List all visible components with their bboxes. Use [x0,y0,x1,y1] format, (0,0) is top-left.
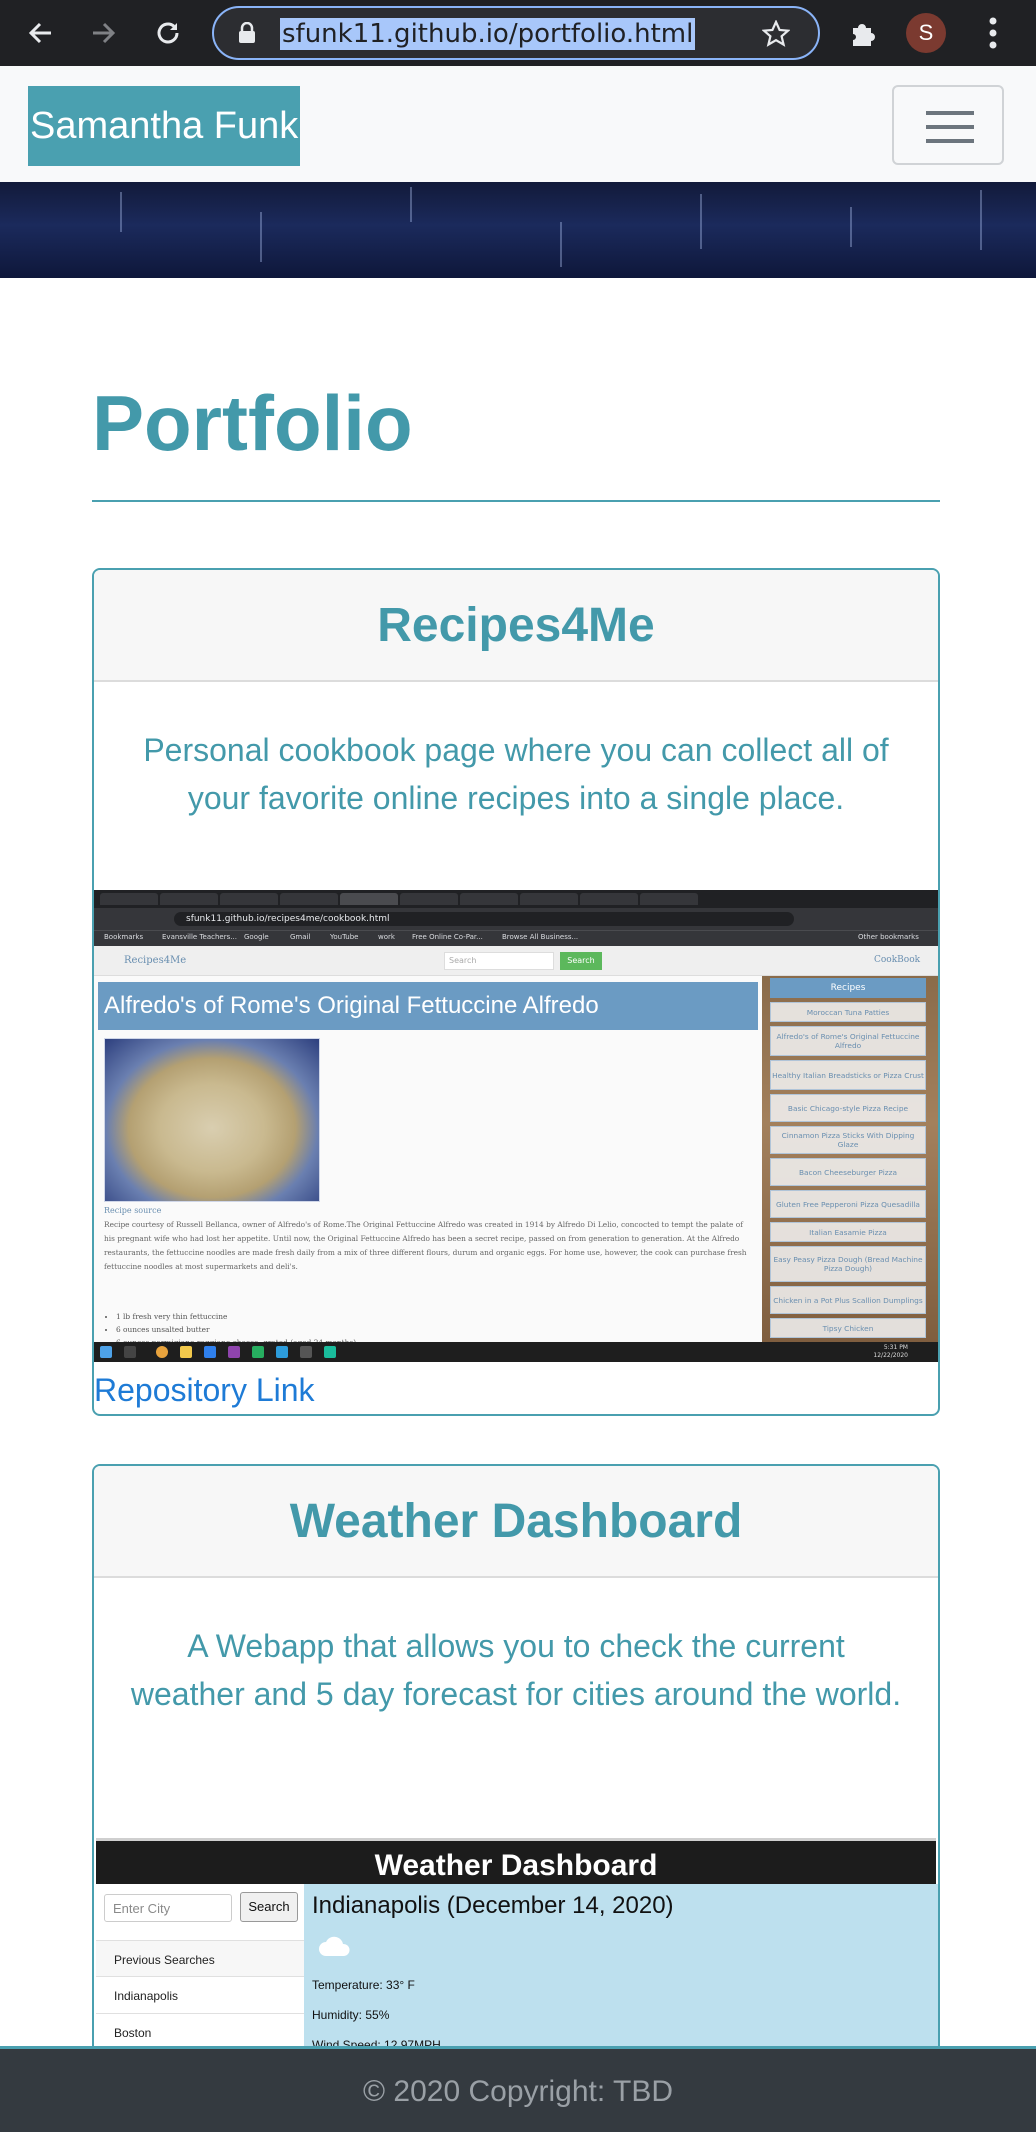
project-title: Weather Dashboard [289,1494,743,1548]
screenshot-taskbar: 5:31 PM 12/22/2020 [94,1342,938,1362]
reload-icon[interactable] [148,13,188,53]
card-header: Weather Dashboard [94,1466,938,1578]
screenshot-tab-strip [94,890,938,908]
navbar-toggler-button[interactable] [892,85,1004,165]
screenshot-url: sfunk11.github.io/recipes4me/cookbook.ht… [186,914,390,924]
divider [92,500,940,502]
page-title: Portfolio [92,379,413,467]
screenshot-bookmarks-bar: Bookmarks Evansville Teachers... Google … [94,930,938,946]
repository-link[interactable]: Repository Link [94,1372,315,1409]
site-navbar: Samantha Funk [0,66,1036,182]
extensions-icon[interactable] [848,18,878,53]
project-screenshot: Weather Dashboard Enter City Search Prev… [94,1838,938,2062]
hero-banner [0,182,1036,278]
url-text[interactable]: sfunk11.github.io/portfolio.html [280,18,696,50]
star-icon[interactable] [761,19,791,53]
lock-icon [238,21,256,49]
windows-icon [100,1346,112,1358]
back-icon[interactable] [20,13,60,53]
project-card-recipes4me: Recipes4Me Personal cookbook page where … [92,568,940,1416]
card-header: Recipes4Me [94,570,938,682]
project-title: Recipes4Me [377,598,655,652]
project-screenshot: sfunk11.github.io/recipes4me/cookbook.ht… [94,890,938,1362]
site-footer: © 2020 Copyright: TBD [0,2046,1036,2132]
project-description: Personal cookbook page where you can col… [143,732,889,816]
project-card-weather-dashboard: Weather Dashboard A Webapp that allows y… [92,1464,940,2064]
hamburger-icon [926,111,974,115]
menu-kebab-icon[interactable] [988,16,998,55]
browser-toolbar: sfunk11.github.io/portfolio.html S [0,0,1036,66]
project-description: A Webapp that allows you to check the cu… [130,1628,902,1712]
screenshot-recipe-sidebar: Recipes Moroccan Tuna Patties Alfredo's … [762,976,938,1342]
profile-avatar[interactable]: S [906,13,946,53]
site-brand[interactable]: Samantha Funk [28,86,301,166]
forward-icon[interactable] [84,13,124,53]
cloud-icon [319,1936,350,1956]
fettuccine-photo [104,1038,320,1202]
copyright-text: © 2020 Copyright: TBD [362,2075,674,2108]
address-bar[interactable]: sfunk11.github.io/portfolio.html [212,6,820,60]
